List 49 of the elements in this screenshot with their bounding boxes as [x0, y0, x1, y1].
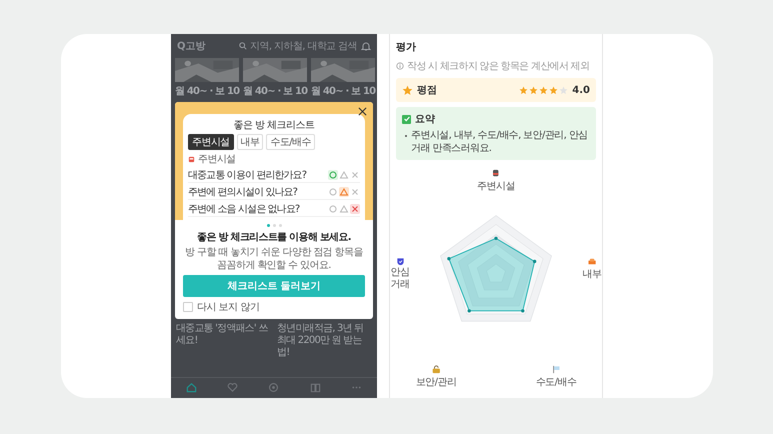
star-icon — [402, 84, 413, 96]
shield-icon — [396, 257, 404, 266]
news-caption[interactable]: 대중교통 '정액패스' 쓰세요! — [176, 323, 271, 359]
listing-price: 월 40~ · 보 10 — [243, 85, 307, 98]
heart-icon[interactable] — [227, 382, 238, 393]
checkbox[interactable] — [183, 302, 193, 312]
train-icon — [492, 169, 500, 178]
preview-title: 좋은 방 체크리스트 — [232, 119, 316, 132]
search-icon[interactable] — [239, 42, 248, 50]
app-logo: Q고방 — [177, 40, 206, 53]
axis-label: 안심거래 — [390, 267, 410, 290]
axis-label: 보안/관리 — [416, 376, 456, 389]
preview-question: 주변에 편의시설이 있나요? — [188, 186, 298, 199]
rating-label: 평점 — [417, 84, 438, 97]
modal-description: 방 구할 때 놓치기 쉬운 다양한 점검 항목을 꼼꼼하게 확인할 수 있어요. — [184, 247, 364, 272]
home-icon[interactable] — [186, 382, 198, 393]
book-icon[interactable] — [310, 382, 321, 393]
page-dot[interactable] — [266, 224, 270, 227]
search-field[interactable]: 지역, 지하철, 대학교 검색 — [250, 39, 357, 53]
modal-title: 좋은 방 체크리스트를 이용해 보세요. — [197, 231, 351, 244]
star-icon — [529, 86, 538, 94]
star-icon — [559, 86, 568, 94]
listing-price: 월 40~ · 보 10 — [311, 85, 375, 98]
news-caption[interactable]: 청년미래적금, 3년 뒤 최대 2200만 원 받는 법! — [277, 323, 372, 359]
star-icon — [539, 86, 548, 94]
axis-label: 내부 — [582, 268, 602, 281]
location-icon[interactable] — [268, 382, 280, 393]
axis-label: 수도/배수 — [536, 376, 576, 389]
summary-title: 요약 — [415, 113, 435, 126]
sofa-icon — [588, 257, 596, 266]
page-dot[interactable] — [278, 224, 282, 227]
preview-question: 주변에 소음 시설은 없나요? — [188, 203, 300, 216]
checklist-button[interactable]: 체크리스트 둘러보기 — [183, 275, 365, 297]
info-icon — [396, 62, 404, 70]
star-icon — [519, 86, 528, 94]
page-dot[interactable] — [272, 224, 276, 227]
preview-question: 대중교통 이용이 편리한가요? — [188, 169, 306, 182]
summary-text: 주변시설, 내부, 수도/배수, 보안/관리, 안심거래 만족스러워요. — [411, 129, 589, 155]
listing-price: 월 40~ · 보 10 — [175, 85, 239, 98]
axis-label: 주변시설 — [477, 180, 515, 193]
close-icon[interactable] — [358, 107, 367, 116]
section-title: 평가 — [396, 41, 417, 54]
bell-icon[interactable] — [361, 41, 371, 51]
info-note: 작성 시 체크하지 않은 항목은 계산에서 제외 — [407, 60, 590, 73]
rating-value: 4.0 — [572, 84, 590, 96]
star-icon — [549, 86, 558, 94]
checkbox-label[interactable]: 다시 보지 않기 — [197, 300, 260, 314]
flag-icon — [552, 365, 560, 374]
preview-section-label: 주변시설 — [198, 153, 236, 166]
